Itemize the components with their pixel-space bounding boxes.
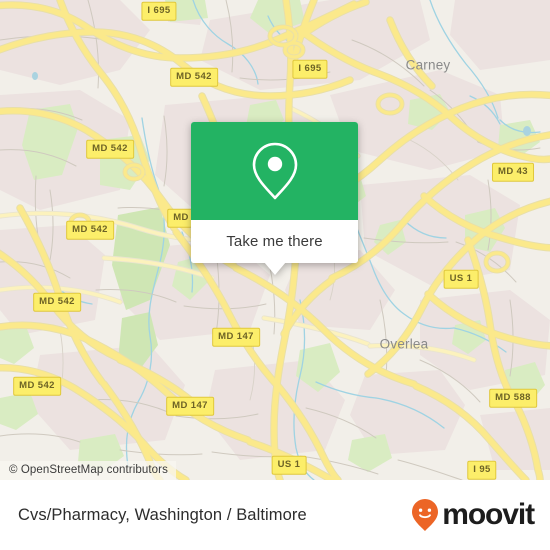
- road-shield: US 1: [271, 455, 307, 475]
- moovit-smiley-pin-icon: [412, 499, 439, 531]
- map-canvas[interactable]: .land { fill:#f2efe9; } .resid { fill:#e…: [0, 0, 550, 480]
- road-shield: MD 43: [492, 162, 534, 182]
- road-shield: MD 147: [212, 327, 260, 347]
- popup-image-area: [191, 122, 358, 220]
- map-attribution[interactable]: © OpenStreetMap contributors: [0, 461, 176, 480]
- road-shield: I 695: [141, 1, 177, 21]
- footer-bar: Cvs/Pharmacy, Washington / Baltimore moo…: [0, 480, 550, 550]
- road-shield: MD 542: [33, 292, 81, 312]
- place-label: Overlea: [379, 336, 429, 352]
- road-shield: MD 542: [170, 67, 218, 87]
- destination-popup-card[interactable]: Take me there: [191, 122, 358, 275]
- moovit-wordmark: moovit: [442, 498, 535, 531]
- popup-action-area[interactable]: Take me there: [191, 220, 358, 263]
- popup-inner: Take me there: [191, 122, 358, 263]
- map-screenshot: .land { fill:#f2efe9; } .resid { fill:#e…: [0, 0, 550, 550]
- place-label: Carney: [405, 57, 451, 73]
- road-shield: I 95: [467, 460, 497, 480]
- take-me-there-label: Take me there: [226, 233, 323, 250]
- road-shield: MD 542: [86, 139, 134, 159]
- popup-tail-pointer: [263, 262, 286, 275]
- road-shield: MD 147: [166, 396, 214, 416]
- road-shield: MD 542: [66, 220, 114, 240]
- road-shield: MD 542: [13, 376, 61, 396]
- moovit-logo[interactable]: moovit: [410, 498, 535, 532]
- road-shield: US 1: [443, 269, 479, 289]
- road-shield: I 695: [292, 59, 328, 79]
- location-pin-icon: [252, 142, 297, 200]
- place-title: Cvs/Pharmacy, Washington / Baltimore: [18, 505, 307, 524]
- road-shield: MD 588: [489, 388, 537, 408]
